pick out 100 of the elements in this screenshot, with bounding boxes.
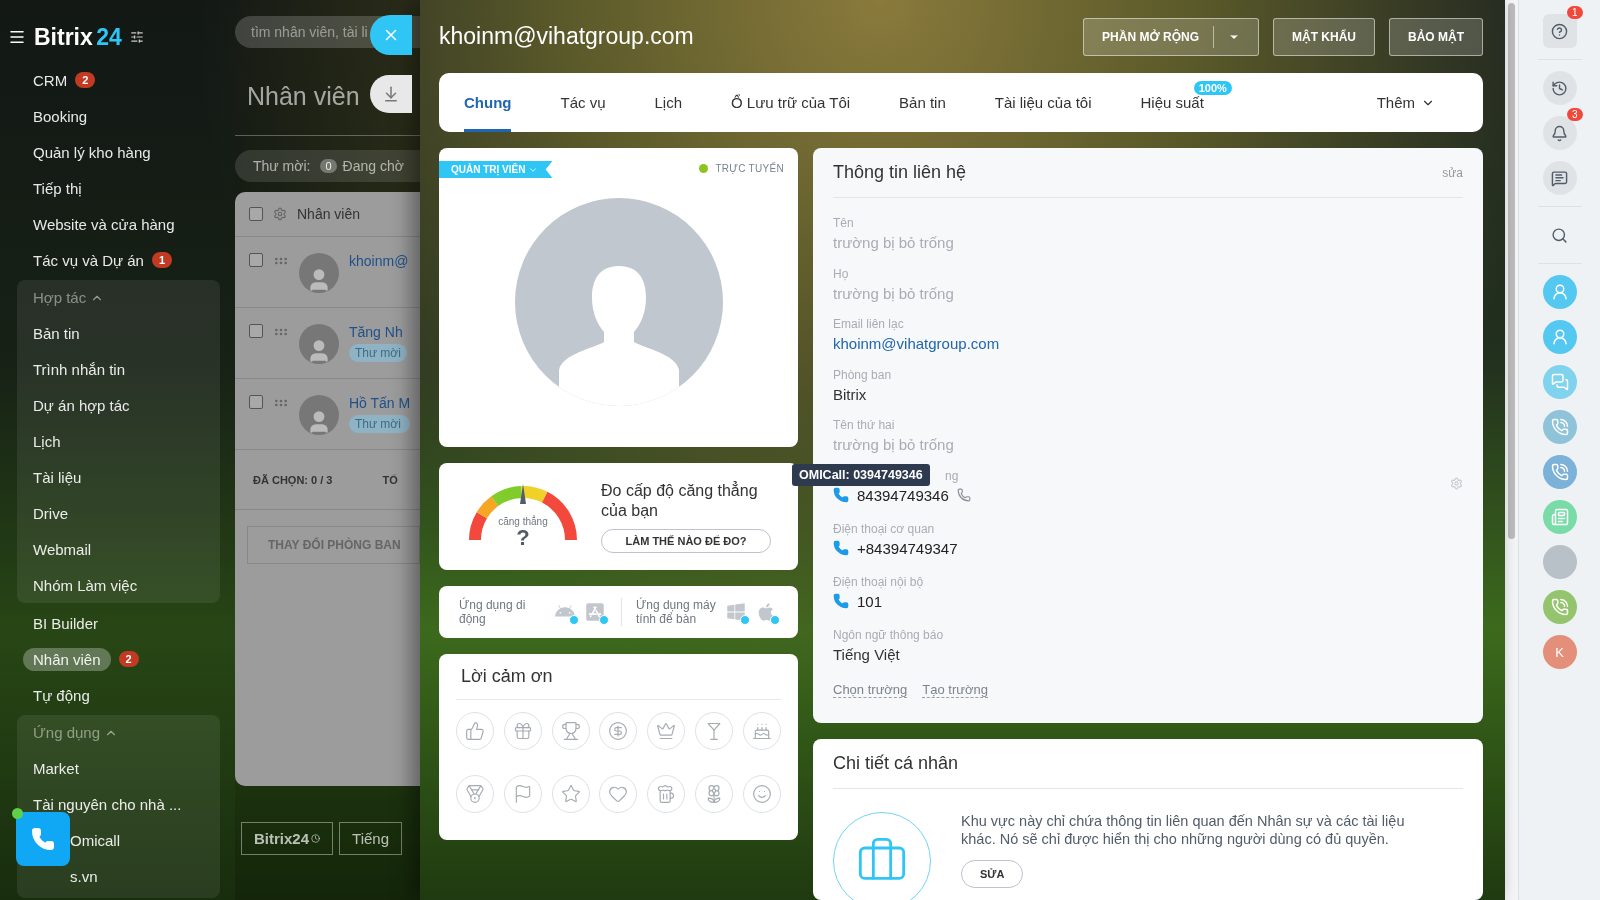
tab[interactable]: Tác vụ (560, 73, 606, 132)
field-link[interactable]: Tạo trường (922, 682, 988, 698)
checkbox[interactable] (249, 324, 263, 338)
counter-badge: 1 (151, 252, 173, 268)
thumbs-up-button[interactable] (456, 712, 494, 750)
field-value[interactable]: +84394749347 (857, 539, 958, 557)
phone-button[interactable] (1542, 455, 1577, 489)
group-label[interactable]: Hợp tác (33, 289, 87, 306)
sidebar-item[interactable]: Lịch (33, 432, 61, 450)
sidebar-item[interactable]: Omicall (70, 831, 120, 849)
avatar[interactable] (1542, 545, 1577, 579)
header-button[interactable]: MẬT KHẨU (1273, 17, 1375, 56)
sidebar-item[interactable]: Dự án hợp tác (33, 396, 130, 414)
sidebar-item[interactable]: Website và cửa hàng (33, 215, 175, 233)
cocktail-button[interactable] (695, 712, 734, 750)
close-button[interactable] (370, 15, 412, 55)
rail-button[interactable] (1542, 71, 1577, 105)
checkbox[interactable] (249, 253, 263, 267)
medal-button[interactable] (456, 775, 494, 813)
handset-icon[interactable] (956, 488, 971, 502)
field-value: Tiếng Việt (833, 645, 900, 663)
how-to-measure-button[interactable]: LÀM THẾ NÀO ĐỂ ĐO? (601, 528, 771, 553)
email-link[interactable]: khoinm@vihatgroup.com (833, 335, 1000, 352)
flower-button[interactable] (695, 775, 734, 813)
sidebar-item[interactable]: Tài liệu (33, 468, 82, 486)
dollar-icon (608, 721, 629, 741)
chat-icon (1551, 169, 1568, 187)
tab[interactable]: Thêm (1376, 73, 1435, 132)
rail-button[interactable] (1542, 161, 1577, 195)
newspaper-icon (1550, 508, 1569, 526)
rail-button[interactable] (1542, 116, 1577, 150)
checkbox[interactable] (249, 207, 263, 221)
cake-icon (751, 721, 772, 741)
star-button[interactable] (551, 775, 590, 813)
user-button[interactable] (1542, 275, 1577, 309)
sidebar-item[interactable]: Nhóm Làm việc (33, 576, 138, 594)
checkbox[interactable] (249, 395, 263, 409)
sidebar-item[interactable]: Trình nhắn tin (33, 360, 125, 378)
field-label: Phòng ban (833, 367, 893, 382)
sidebar-item[interactable]: Bản tin (33, 324, 80, 342)
tab[interactable]: Ổ Lưu trữ của Tôi (731, 73, 851, 132)
card-title: Thông tin liên hệ (833, 162, 967, 183)
field-value[interactable]: 101 (857, 592, 883, 610)
sidebar-item[interactable]: Nhân viên (23, 647, 111, 671)
sliders-icon[interactable] (129, 30, 144, 44)
menu-icon[interactable] (8, 28, 26, 46)
logo-button[interactable]: Bitrix24 (241, 822, 334, 855)
sidebar-item[interactable]: Tự động (33, 686, 90, 704)
sidebar-item[interactable]: Drive (33, 504, 68, 522)
sidebar-item[interactable]: Market (33, 759, 79, 777)
phone-button[interactable] (16, 812, 70, 866)
language-button[interactable]: Tiếng (339, 822, 402, 855)
rail-button[interactable] (1542, 14, 1577, 48)
phone-button[interactable] (1542, 590, 1577, 624)
scrollbar[interactable] (1508, 3, 1515, 539)
newspaper-button[interactable] (1542, 500, 1577, 534)
heart-button[interactable] (599, 775, 638, 813)
sidebar-item[interactable]: CRM (33, 71, 68, 89)
status-tag: Thư mời (349, 415, 411, 433)
chat-icon (1550, 373, 1569, 391)
sidebar-item[interactable]: Webmail (33, 540, 92, 558)
sidebar-item[interactable]: Tiếp thị (33, 179, 82, 197)
field-value[interactable]: 84394749346 (857, 486, 949, 504)
phone-icon (1550, 598, 1569, 616)
smiley-button[interactable] (742, 775, 781, 813)
trophy-icon (560, 721, 581, 741)
field-label: Điện thoại nội bộ (833, 574, 925, 589)
field-link[interactable]: Chọn trường (833, 682, 908, 698)
sidebar-item[interactable]: Quản lý kho hàng (33, 143, 151, 161)
cake-button[interactable] (742, 712, 781, 750)
column-header: Nhân viên (297, 206, 361, 222)
sidebar-item[interactable]: BI Builder (33, 614, 99, 632)
tab[interactable]: Tài liệu của tôi (994, 73, 1092, 132)
flag-button[interactable] (503, 775, 542, 813)
slider-title: khoinm@vihatgroup.com (439, 23, 694, 50)
crown-button[interactable] (647, 712, 686, 750)
settings-icon[interactable] (1450, 476, 1463, 490)
user-button[interactable] (1542, 320, 1577, 354)
phone-button[interactable] (1542, 410, 1577, 444)
sidebar-item[interactable]: Tài nguyên cho nhà ... (33, 795, 182, 813)
dollar-button[interactable] (599, 712, 638, 750)
filter-bar[interactable]: Thư mời: 0 Đang chờ (235, 150, 420, 182)
edit-button[interactable]: SỬA (961, 860, 1024, 889)
tab[interactable]: Bản tin (899, 73, 946, 132)
header-button[interactable]: PHẦN MỞ RỘNG (1083, 17, 1259, 56)
tab[interactable]: Chung (464, 73, 512, 132)
chat-button[interactable] (1542, 365, 1577, 399)
field-label: Tên (833, 216, 855, 230)
collapse-button[interactable] (370, 75, 412, 113)
sidebar-item[interactable]: Tác vụ và Dự án (33, 251, 144, 269)
gift-button[interactable] (503, 712, 542, 750)
settings-icon[interactable] (273, 207, 287, 221)
header-button[interactable]: BẢO MẬT (1389, 17, 1483, 56)
counter-badge: 2 (118, 651, 139, 667)
beer-mug-button[interactable] (647, 775, 686, 813)
tab[interactable]: Lịch (654, 73, 683, 132)
trophy-button[interactable] (551, 712, 590, 750)
sidebar-item[interactable]: Booking (33, 107, 88, 125)
sidebar-item[interactable]: s.vn (70, 867, 98, 885)
thumbs-up-icon (465, 721, 485, 741)
